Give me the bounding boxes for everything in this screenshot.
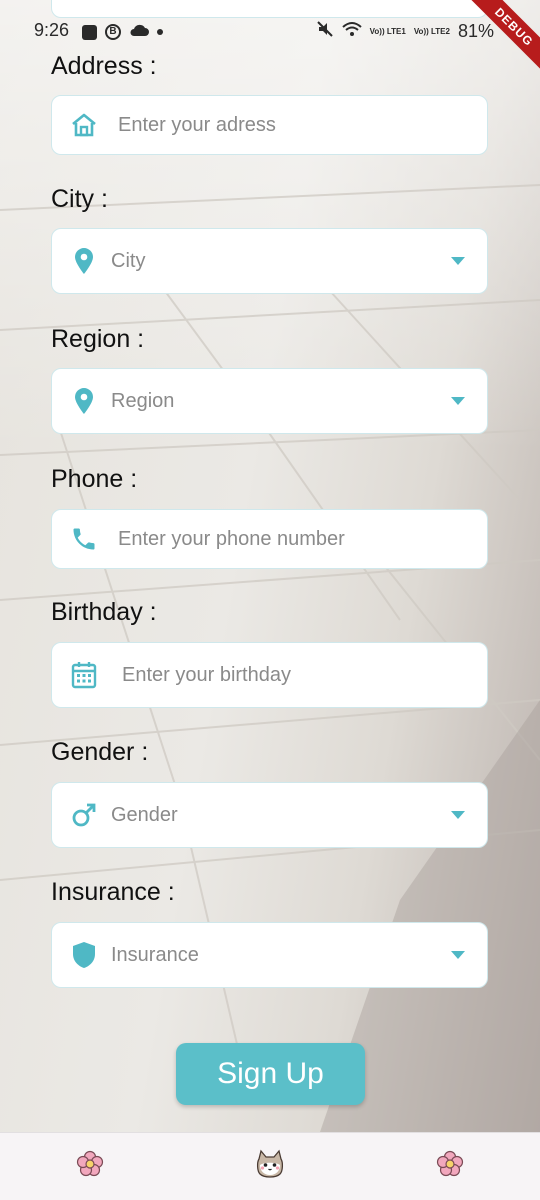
b-app-icon: B bbox=[105, 24, 121, 40]
phone-input[interactable]: Enter your phone number bbox=[51, 509, 488, 569]
city-dropdown[interactable]: City bbox=[51, 228, 488, 294]
shield-icon bbox=[70, 941, 98, 969]
gallery-icon bbox=[82, 24, 97, 40]
lte2-signal: Vo)) LTE2 bbox=[413, 26, 450, 36]
gender-placeholder: Gender bbox=[111, 803, 178, 826]
status-bar: 9:26 B Vo)) LTE1 Vo)) LTE2 81% bbox=[0, 12, 540, 48]
bottom-nav bbox=[0, 1132, 540, 1200]
location-pin-icon bbox=[70, 247, 98, 275]
chevron-down-icon bbox=[451, 257, 465, 265]
insurance-label: Insurance : bbox=[51, 878, 175, 906]
calendar-icon bbox=[70, 661, 98, 689]
battery-level: 81% bbox=[457, 21, 494, 41]
cat-icon bbox=[254, 1149, 286, 1184]
phone-icon bbox=[70, 525, 98, 553]
gender-dropdown[interactable]: Gender bbox=[51, 782, 488, 848]
home-icon bbox=[70, 111, 98, 139]
nav-item-right[interactable] bbox=[434, 1149, 466, 1184]
male-icon bbox=[70, 801, 98, 829]
insurance-dropdown[interactable]: Insurance bbox=[51, 922, 488, 988]
address-label: Address : bbox=[51, 52, 157, 80]
city-placeholder: City bbox=[111, 249, 146, 272]
city-label: City : bbox=[51, 185, 108, 213]
nav-item-left[interactable] bbox=[74, 1149, 106, 1184]
flower-icon bbox=[435, 1149, 465, 1184]
address-input[interactable]: Enter your adress bbox=[51, 95, 488, 155]
region-dropdown[interactable]: Region bbox=[51, 368, 488, 434]
wifi-icon bbox=[341, 21, 362, 42]
lte1-signal: Vo)) LTE1 bbox=[369, 26, 406, 36]
gender-label: Gender : bbox=[51, 738, 149, 766]
status-time: 9:26 bbox=[34, 20, 70, 40]
insurance-placeholder: Insurance bbox=[111, 943, 199, 966]
flower-icon bbox=[75, 1149, 105, 1184]
region-label: Region : bbox=[51, 325, 145, 353]
location-pin-icon bbox=[70, 387, 98, 415]
signup-button[interactable]: Sign Up bbox=[176, 1043, 365, 1105]
chevron-down-icon bbox=[451, 951, 465, 959]
chevron-down-icon bbox=[451, 811, 465, 819]
phone-placeholder: Enter your phone number bbox=[118, 527, 345, 550]
birthday-placeholder: Enter your birthday bbox=[122, 663, 291, 686]
birthday-label: Birthday : bbox=[51, 598, 157, 626]
address-placeholder: Enter your adress bbox=[118, 113, 276, 136]
nav-item-center[interactable] bbox=[254, 1149, 286, 1184]
phone-label: Phone : bbox=[51, 465, 138, 493]
chevron-down-icon bbox=[451, 397, 465, 405]
cloud-icon bbox=[129, 22, 149, 42]
region-placeholder: Region bbox=[111, 389, 175, 412]
mute-icon bbox=[316, 20, 334, 43]
notification-dot-icon bbox=[157, 29, 163, 35]
birthday-input[interactable]: Enter your birthday bbox=[51, 642, 488, 708]
